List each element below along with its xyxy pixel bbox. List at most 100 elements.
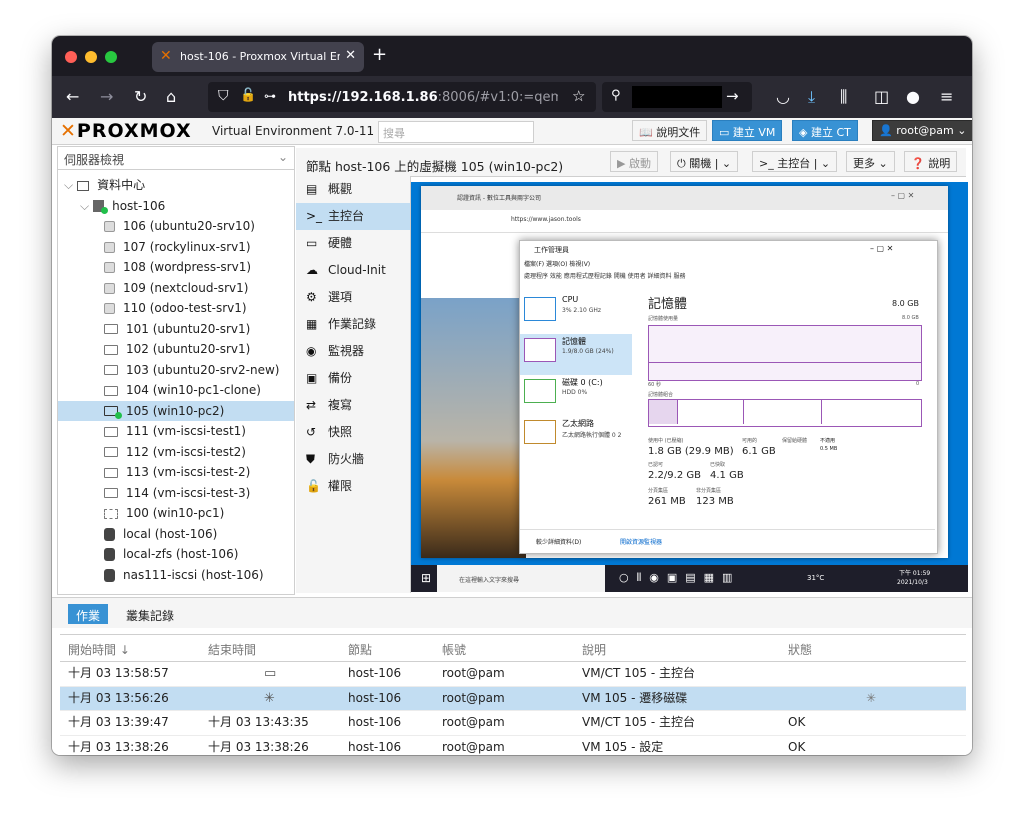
tm-composition-label: 記憶體組合 (648, 392, 674, 398)
menu-icon[interactable]: ≡ (940, 87, 953, 106)
tree-item[interactable]: 102 (ubuntu20-srv1) (58, 339, 294, 360)
col-end-time[interactable]: 結束時間 (208, 641, 256, 658)
tree-item[interactable]: 103 (ubuntu20-srv2-new) (58, 360, 294, 381)
more-button[interactable]: 更多 ⌄ (846, 151, 895, 172)
pocket-icon[interactable]: ◡ (776, 87, 790, 106)
tree-item[interactable]: 107 (rockylinux-srv1) (58, 237, 294, 258)
table-row[interactable]: 十月 03 13:56:26 ✳ host-106 root@pam VM 105 - … (60, 686, 966, 711)
tree-item[interactable]: 104 (win10-pc1-clone) (58, 380, 294, 401)
expand-chevron-icon[interactable]: ⌵ (64, 178, 73, 192)
view-selector[interactable]: 伺服器檢視 ⌄ (58, 147, 294, 170)
col-description[interactable]: 說明 (582, 641, 606, 658)
tm-perf-item: 乙太網路 乙太網路執行個體 0 2 (520, 416, 632, 457)
tree-item[interactable]: 106 (ubuntu20-srv10) (58, 216, 294, 237)
create-vm-button[interactable]: ▭ 建立 VM (712, 120, 783, 141)
tree-item[interactable]: 110 (odoo-test-srv1) (58, 298, 294, 319)
insecure-lock-icon[interactable]: 🔓 (240, 88, 256, 103)
zoom-window-button[interactable] (105, 51, 117, 63)
tm-cached: 4.1 GB (710, 470, 744, 481)
tree-item[interactable]: ⌵ host-106 (58, 196, 294, 217)
menu-item[interactable]: ◉ 監視器 (296, 338, 410, 365)
tree-item-label: 109 (nextcloud-srv1) (123, 280, 249, 295)
account-avatar[interactable]: ● (906, 87, 920, 106)
tree-item-label: host-106 (112, 198, 166, 213)
menu-item[interactable]: ☁ Cloud-Init (296, 257, 410, 284)
history-icon: ↺ (306, 425, 317, 439)
menu-item[interactable]: ▤ 概觀 (296, 176, 410, 203)
expand-chevron-icon[interactable]: ⌵ (80, 199, 89, 213)
menu-item[interactable]: ↺ 快照 (296, 419, 410, 446)
tree-item[interactable]: 111 (vm-iscsi-test1) (58, 421, 294, 442)
menu-item[interactable]: ▣ 備份 (296, 365, 410, 392)
menu-item[interactable]: ▭ 硬體 (296, 230, 410, 257)
download-icon[interactable]: ⤓ (808, 87, 815, 107)
container-icon (104, 219, 123, 233)
shield-icon[interactable]: ⛉ (218, 88, 229, 104)
create-ct-button[interactable]: ◈ 建立 CT (792, 120, 858, 141)
new-tab-button[interactable]: + (372, 44, 387, 65)
menu-item[interactable]: ⚙ 選項 (296, 284, 410, 311)
tree-item[interactable]: 100 (win10-pc1) (58, 503, 294, 524)
tree-item-label: 105 (win10-pc2) (126, 403, 225, 418)
tab-tasks[interactable]: 作業 (68, 604, 109, 624)
tm-available-label: 可用的 (742, 438, 758, 444)
tm-nonpaged-label: 非分頁集區 (696, 488, 722, 494)
terminal-icon: >_ (759, 157, 778, 170)
search-input[interactable]: 搜尋 (378, 121, 534, 143)
container-icon (104, 260, 123, 274)
col-start-time[interactable]: 開始時間 ↓ (68, 641, 130, 658)
tm-chart-min: 60 秒 (648, 382, 661, 388)
menu-item[interactable]: ▦ 作業記錄 (296, 311, 410, 338)
tm-perf-sub: 乙太網路執行個體 0 2 (562, 432, 622, 439)
tree-item[interactable]: 109 (nextcloud-srv1) (58, 278, 294, 299)
back-icon[interactable]: ← (66, 87, 79, 106)
library-icon[interactable]: ⫼ (840, 87, 847, 107)
menu-item[interactable]: >_ 主控台 (296, 203, 410, 230)
tree-item[interactable]: nas111-iscsi (host-106) (58, 565, 294, 586)
tab-close-icon[interactable]: ✕ (345, 48, 356, 63)
reload-icon[interactable]: ↻ (134, 87, 147, 106)
sidebar-toggle-icon[interactable]: ◫ (874, 87, 889, 106)
windows-start-icon: ⊞ (421, 571, 432, 585)
url-bar[interactable]: ⛉ 🔓 ⊶ https://192.168.1.86:8006/#v1:0:=q… (208, 82, 596, 112)
tm-tabs: 處理程序 效能 應用程式歷程記錄 開機 使用者 詳細資料 服務 (524, 273, 686, 280)
menu-item[interactable]: ⇄ 複寫 (296, 392, 410, 419)
tab-cluster-log[interactable]: 叢集記錄 (118, 604, 182, 624)
permissions-key-icon[interactable]: ⊶ (264, 89, 276, 103)
start-button[interactable]: ▶ 啟動 (610, 151, 658, 172)
go-arrow-icon[interactable]: → (726, 87, 739, 105)
user-menu-button[interactable]: 👤 root@pam ⌄ (872, 120, 972, 141)
search-bar[interactable]: ⚲ → (602, 82, 752, 112)
table-row[interactable]: 十月 03 13:58:57 ▭ host-106 root@pam VM/CT 105… (60, 662, 966, 687)
tree-item[interactable]: 114 (vm-iscsi-test-3) (58, 483, 294, 504)
proxmox-logo: ✕PROXMOX (60, 120, 192, 142)
spinner-icon: ✳ (264, 690, 275, 706)
help-button[interactable]: ❓ 說明 (904, 151, 958, 172)
tree-item[interactable]: 112 (vm-iscsi-test2) (58, 442, 294, 463)
docs-button[interactable]: 📖 說明文件 (632, 120, 708, 141)
browser-tab[interactable]: ✕ host-106 - Proxmox Virtual Envir... ✕ (152, 42, 364, 72)
forward-icon[interactable]: → (100, 87, 113, 106)
bookmark-star-icon[interactable]: ☆ (572, 87, 585, 105)
tree-item[interactable]: 108 (wordpress-srv1) (58, 257, 294, 278)
tree-item[interactable]: local (host-106) (58, 524, 294, 545)
table-row[interactable]: 十月 03 13:39:47 十月 03 13:43:35 host-106 root… (60, 711, 966, 736)
vm-console[interactable]: 認證資訊 - 數位工具與兩字公司 – ▢ ✕ https://www.jason… (411, 182, 968, 592)
table-row[interactable]: 十月 03 13:38:26 十月 03 13:38:26 host-106 root… (60, 736, 966, 756)
tree-item[interactable]: 113 (vm-iscsi-test-2) (58, 462, 294, 483)
col-user[interactable]: 帳號 (442, 641, 466, 658)
shutdown-button[interactable]: ⏻ 關機 | ⌄ (670, 151, 739, 172)
home-icon[interactable]: ⌂ (166, 87, 176, 106)
tree-item-label: 102 (ubuntu20-srv1) (126, 342, 251, 356)
col-status[interactable]: 狀態 (788, 641, 812, 658)
tree-item[interactable]: ⌵ 資料中心 (58, 175, 294, 196)
minimize-window-button[interactable] (85, 51, 97, 63)
menu-item[interactable]: 🔓 權限 (296, 473, 410, 500)
tree-item[interactable]: local-zfs (host-106) (58, 544, 294, 565)
tree-item[interactable]: 105 (win10-pc2) (58, 400, 294, 421)
console-button[interactable]: >_ 主控台 | ⌄ (752, 151, 838, 172)
col-node[interactable]: 節點 (348, 641, 372, 658)
menu-item[interactable]: ⛊ 防火牆 (296, 446, 410, 473)
tree-item[interactable]: 101 (ubuntu20-srv1) (58, 319, 294, 340)
close-window-button[interactable] (65, 51, 77, 63)
